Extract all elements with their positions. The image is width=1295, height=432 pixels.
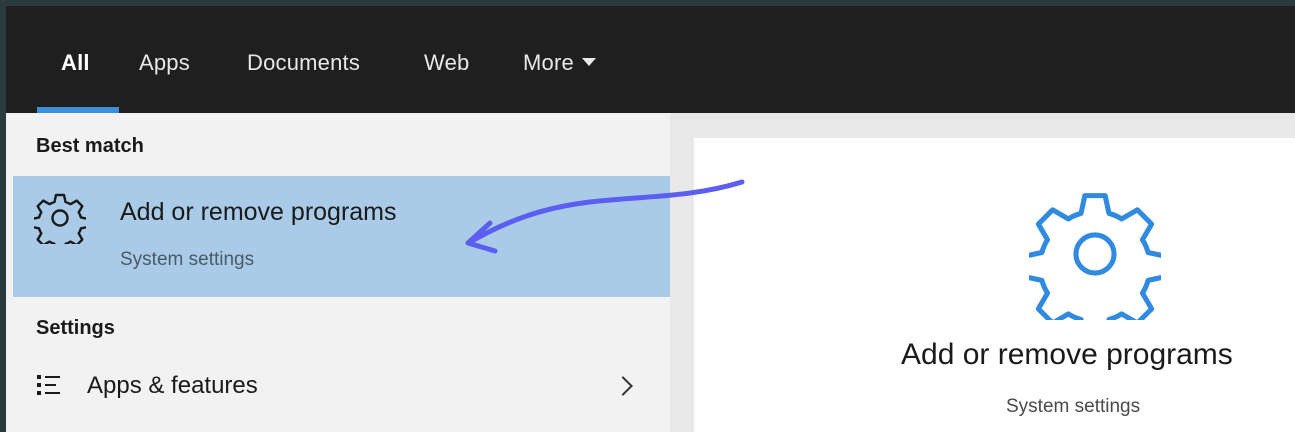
search-filter-tabs: All Apps Documents Web More (6, 6, 1295, 113)
gear-icon (34, 193, 86, 244)
preview-pane: Add or remove programs System settings (670, 113, 1295, 432)
best-match-title: Add or remove programs (120, 198, 397, 226)
preview-card: Add or remove programs System settings (694, 138, 1295, 432)
preview-title-text: Add or remove programs (901, 338, 1233, 371)
best-match-heading: Best match (36, 135, 144, 157)
tab-more[interactable]: More (523, 50, 596, 76)
tab-all[interactable]: All (61, 50, 90, 76)
results-pane: Best match Add or remove programs System… (6, 113, 670, 432)
tab-documents[interactable]: Documents (247, 50, 360, 76)
best-match-subtitle: System settings (120, 249, 255, 270)
caret-down-icon (581, 58, 596, 67)
tab-apps[interactable]: Apps (139, 50, 190, 76)
chevron-right-icon (613, 376, 633, 396)
tab-more-label: More (523, 50, 574, 75)
gear-icon (1029, 193, 1161, 320)
tab-web[interactable]: Web (424, 50, 469, 76)
settings-heading: Settings (36, 317, 115, 339)
list-icon (37, 375, 60, 395)
settings-result-label: Apps & features (87, 372, 258, 399)
settings-result-apps-features[interactable]: Apps & features (6, 355, 670, 432)
preview-subtitle: System settings (1006, 396, 1141, 417)
best-match-result[interactable]: Add or remove programs System settings (13, 176, 670, 297)
